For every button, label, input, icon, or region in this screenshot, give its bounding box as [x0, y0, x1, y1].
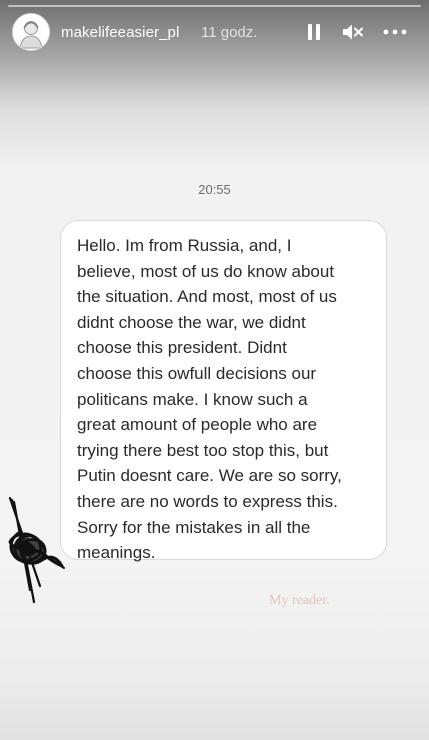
mute-button[interactable] — [340, 20, 366, 44]
pause-icon — [308, 24, 320, 40]
speaker-muted-icon — [343, 24, 363, 40]
more-options-button[interactable] — [381, 20, 409, 44]
scribble-drawing — [8, 496, 65, 604]
story-progress-bar — [8, 5, 421, 7]
more-dots-icon — [383, 29, 407, 35]
pause-button[interactable] — [303, 20, 325, 44]
post-time-ago: 11 godz. — [201, 24, 258, 41]
message-text: Hello. Im from Russia, and, I believe, m… — [77, 236, 342, 563]
story-caption: My reader. — [269, 593, 330, 608]
avatar-illustration — [13, 14, 49, 50]
message-timestamp: 20:55 — [198, 182, 231, 197]
username[interactable]: makelifeeasier_pl — [61, 24, 179, 41]
message-bubble: Hello. Im from Russia, and, I believe, m… — [60, 220, 387, 562]
profile-avatar[interactable] — [12, 13, 50, 51]
story-header: makelifeeasier_pl 11 godz. — [0, 10, 429, 56]
